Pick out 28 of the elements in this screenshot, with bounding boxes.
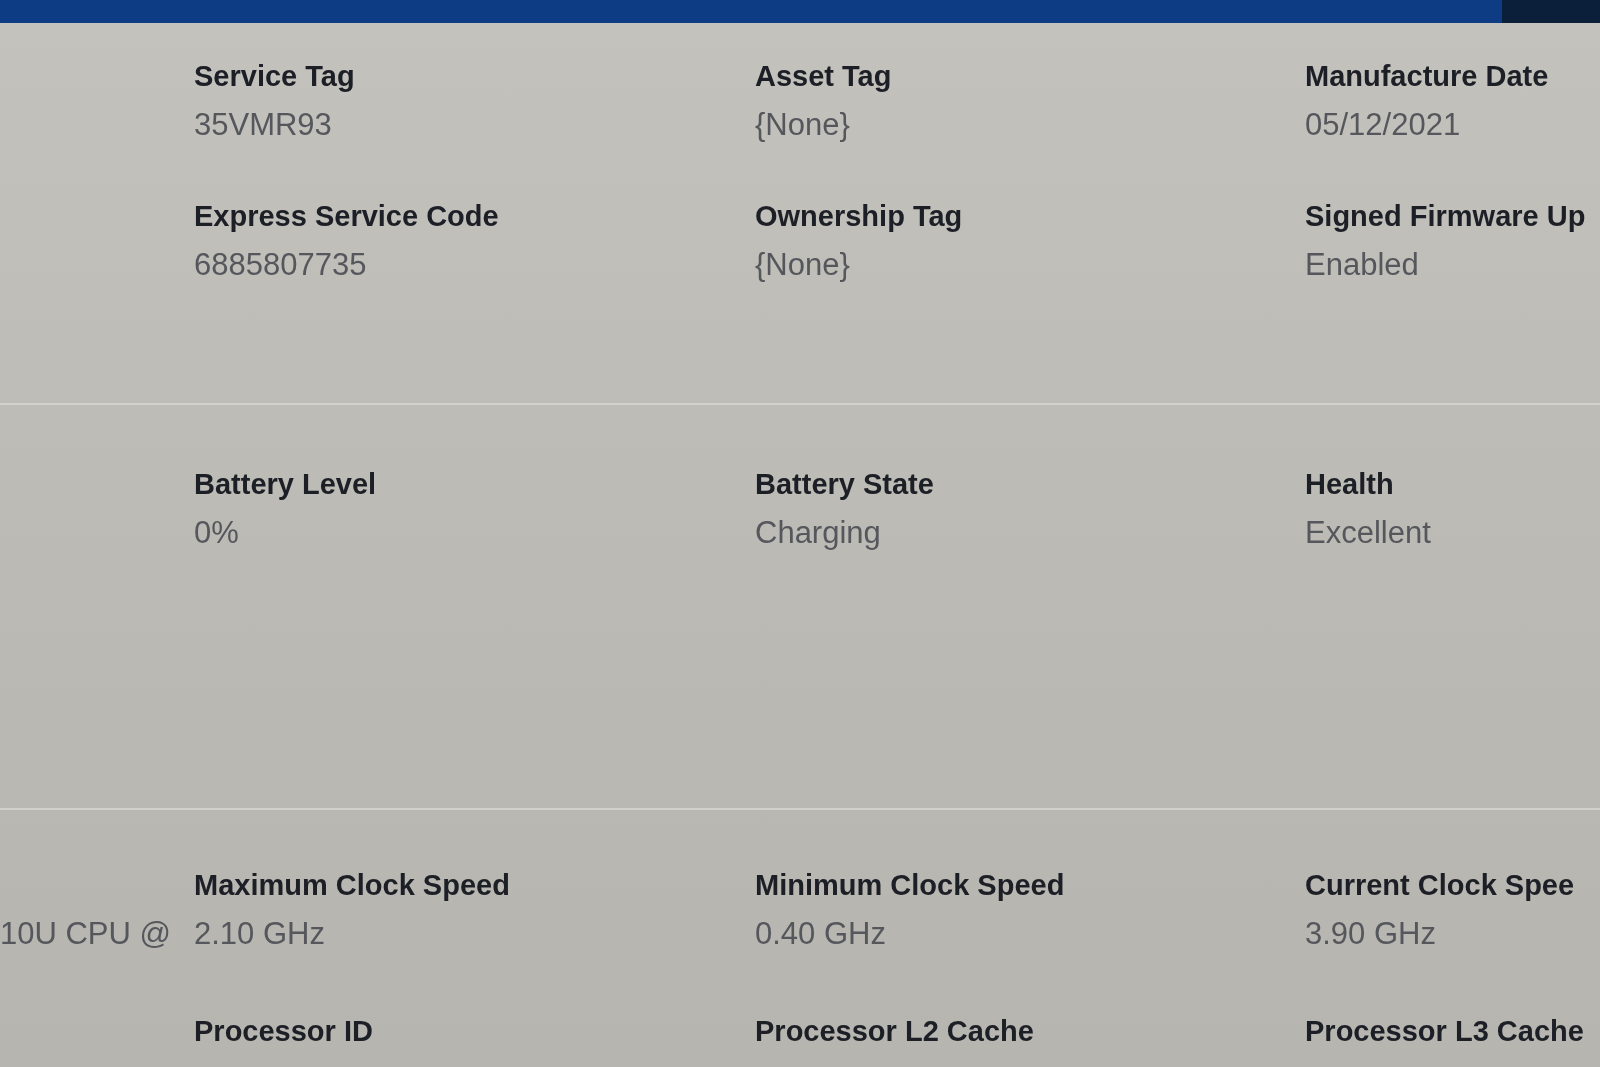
- field-label: Processor ID: [194, 1014, 373, 1048]
- field-label: Minimum Clock Speed: [755, 868, 1065, 902]
- field-value: Enabled: [1305, 247, 1419, 283]
- field-label: Express Service Code: [194, 199, 499, 233]
- field-label: Health: [1305, 467, 1394, 501]
- field-label: Maximum Clock Speed: [194, 868, 510, 902]
- field-value: 35VMR93: [194, 107, 332, 143]
- field-label: Asset Tag: [755, 59, 892, 93]
- field-value: 3.90 GHz: [1305, 916, 1436, 952]
- field-label: Current Clock Spee: [1305, 868, 1575, 902]
- field-label: Battery State: [755, 467, 934, 501]
- field-value: 0%: [194, 515, 239, 551]
- field-value: 0.40 GHz: [755, 916, 886, 952]
- field-label: Signed Firmware Up: [1305, 199, 1586, 233]
- field-value: {None}: [755, 107, 850, 143]
- field-label: Ownership Tag: [755, 199, 963, 233]
- field-label: Processor L3 Cache: [1305, 1014, 1584, 1048]
- field-value: 2.10 GHz: [194, 916, 325, 952]
- field-value: Charging: [755, 515, 881, 551]
- field-label: Manufacture Date: [1305, 59, 1549, 93]
- field-label: Battery Level: [194, 467, 377, 501]
- field-label: Service Tag: [194, 59, 355, 93]
- field-value: 10U CPU @: [0, 916, 171, 952]
- field-value: Excellent: [1305, 515, 1431, 551]
- field-value: 05/12/2021: [1305, 107, 1461, 143]
- field-value: 6885807735: [194, 247, 367, 283]
- field-label: Processor L2 Cache: [755, 1014, 1034, 1048]
- field-value: {None}: [755, 247, 850, 283]
